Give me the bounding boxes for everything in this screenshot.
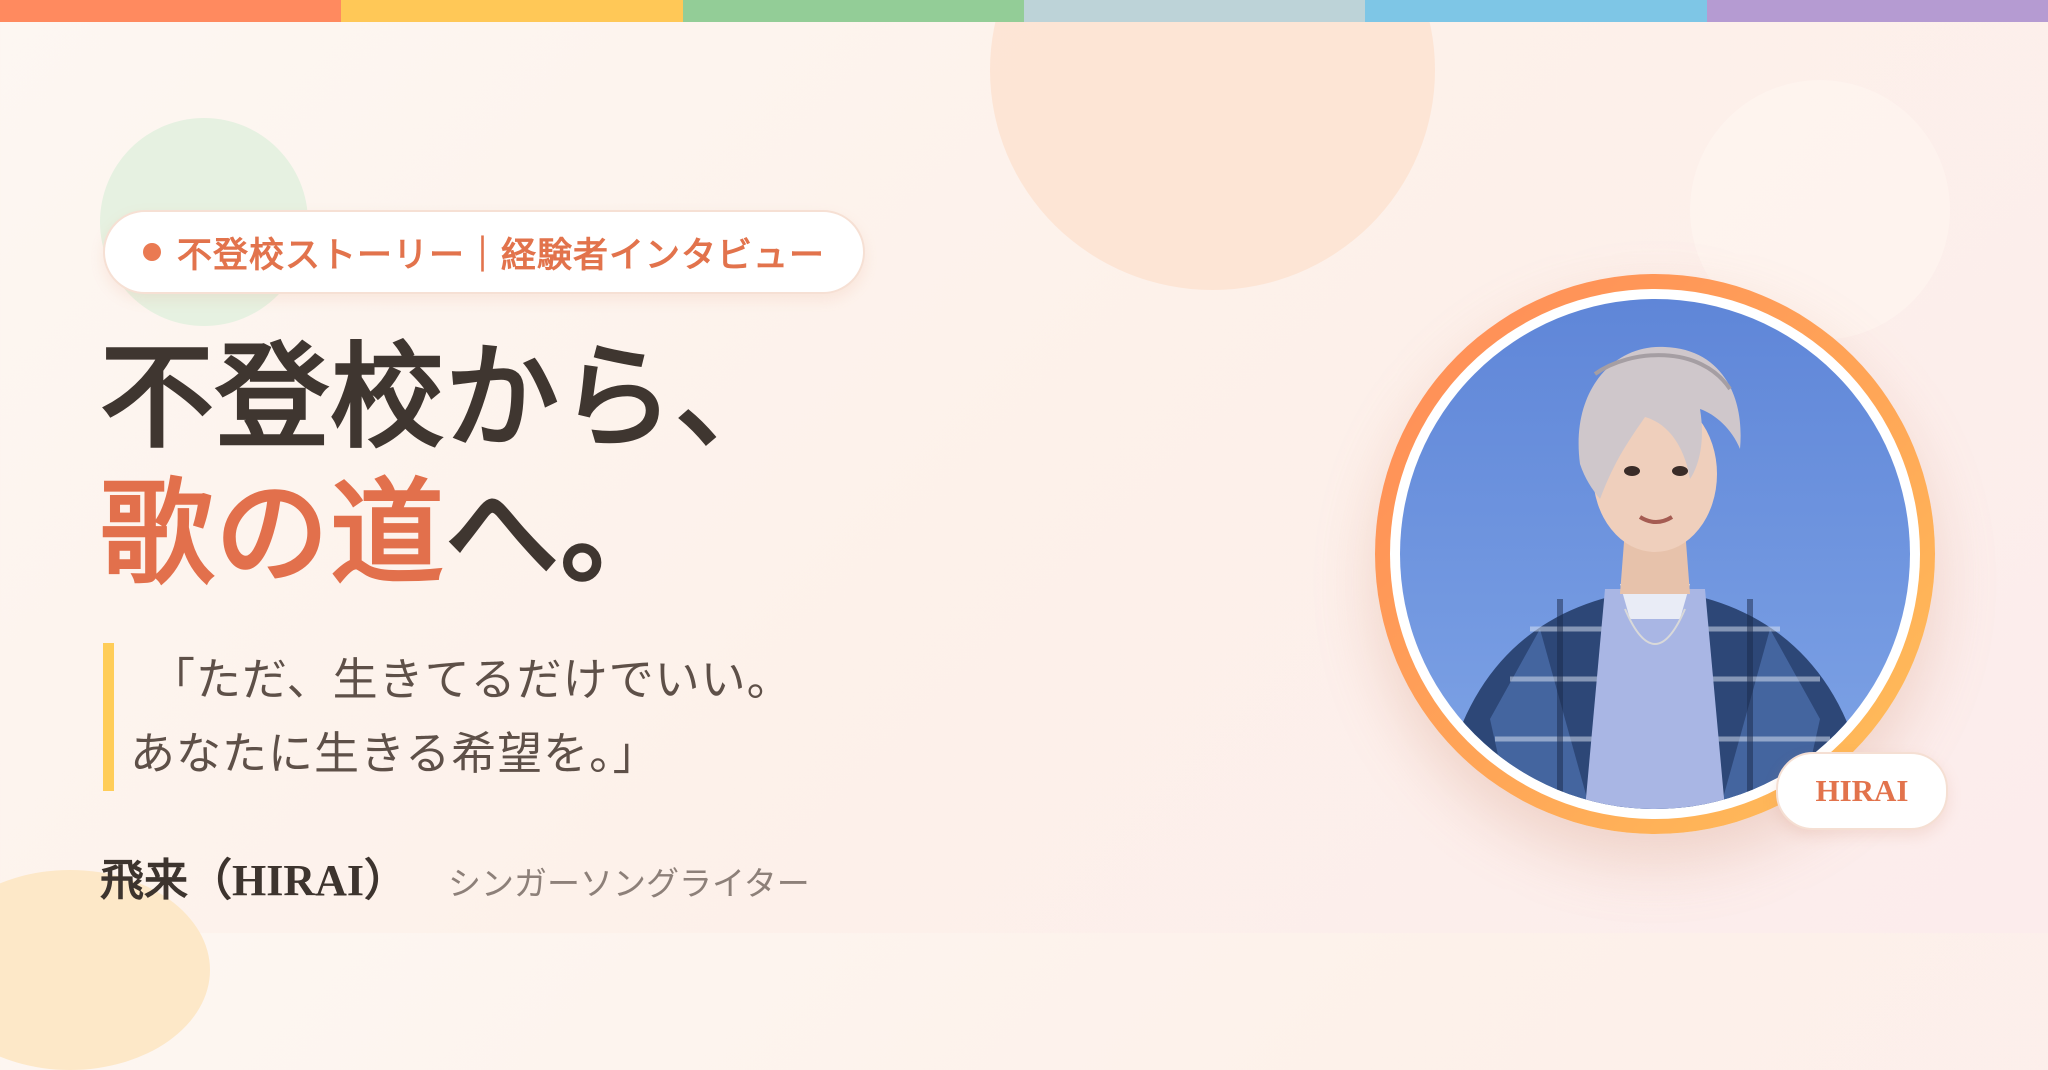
- page-title: 不登校から、 歌の道へ。: [100, 330, 790, 602]
- profile-photo-frame: [1375, 274, 1935, 834]
- title-line-1: 不登校から、: [100, 331, 791, 464]
- portrait-photo-icon: [1400, 299, 1910, 809]
- category-tag: 不登校ストーリー｜経験者インタビュー: [103, 210, 866, 294]
- name-badge: HIRAI: [1776, 752, 1948, 830]
- person-name: 飛来（HIRAI）: [100, 856, 409, 905]
- person-role: シンガーソングライター: [448, 864, 810, 903]
- title-line-2-rest: へ。: [445, 467, 676, 600]
- decor-circle-peach: [990, 0, 1435, 290]
- quote-line-2: あなたに生きる希望を。」: [130, 727, 659, 780]
- rainbow-segment-orange: [0, 0, 342, 22]
- quote-line-1: 「ただ、生きてるだけでいい。: [150, 653, 793, 706]
- tag-dot-icon: [143, 243, 161, 261]
- quote-block: 「ただ、生きてるだけでいい。 あなたに生きる希望を。」: [103, 643, 793, 791]
- category-tag-label: 不登校ストーリー｜経験者インタビュー: [177, 235, 826, 276]
- rainbow-segment-purple: [1706, 0, 2048, 22]
- rainbow-segment-grey: [1023, 0, 1366, 22]
- rainbow-bar: [0, 0, 2048, 22]
- title-accent: 歌の道: [100, 467, 446, 600]
- profile-photo: [1390, 289, 1920, 819]
- rainbow-segment-blue: [1365, 0, 1707, 22]
- rainbow-segment-green: [682, 0, 1024, 22]
- byline: 飛来（HIRAI） シンガーソングライター: [100, 844, 810, 908]
- rainbow-segment-yellow: [341, 0, 683, 22]
